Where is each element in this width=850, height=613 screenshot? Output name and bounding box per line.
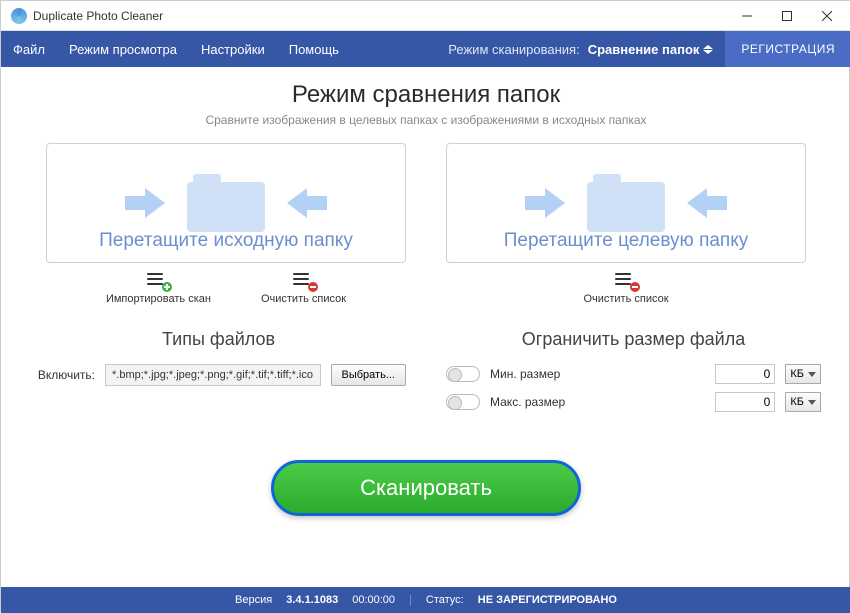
max-size-input[interactable]	[715, 392, 775, 412]
window-title: Duplicate Photo Cleaner	[33, 9, 727, 23]
register-button[interactable]: РЕГИСТРАЦИЯ	[725, 31, 850, 67]
sort-icon	[703, 45, 715, 54]
menu-help[interactable]: Помощь	[277, 31, 351, 67]
chevron-down-icon	[808, 372, 816, 377]
min-size-input[interactable]	[715, 364, 775, 384]
filetypes-section: Типы файлов Включить: Выбрать...	[31, 329, 406, 420]
scan-mode-selector[interactable]: Режим сканирования: Сравнение папок	[448, 42, 725, 57]
page-title: Режим сравнения папок	[31, 81, 821, 109]
import-scan-label: Импортировать скан	[106, 293, 211, 305]
statusbar: Версия 3.4.1.1083 00:00:00 | Статус: НЕ …	[1, 587, 850, 613]
clear-source-list-button[interactable]: Очистить список	[261, 273, 346, 305]
arrow-left-icon	[281, 188, 327, 218]
menu-view[interactable]: Режим просмотра	[57, 31, 189, 67]
folder-icon	[587, 174, 665, 232]
arrow-right-icon	[125, 188, 171, 218]
filetypes-heading: Типы файлов	[31, 329, 406, 350]
separator: |	[409, 594, 412, 606]
max-size-label: Макс. размер	[490, 395, 705, 409]
filesize-heading: Ограничить размер файла	[446, 329, 821, 350]
chevron-down-icon	[808, 400, 816, 405]
menu-file[interactable]: Файл	[1, 31, 57, 67]
arrow-right-icon	[525, 188, 571, 218]
maximize-button[interactable]	[767, 2, 807, 30]
source-drop-label: Перетащите исходную папку	[47, 230, 405, 252]
menubar: Файл Режим просмотра Настройки Помощь Ре…	[1, 31, 850, 67]
filesize-section: Ограничить размер файла Мин. размер КБ М…	[446, 329, 821, 420]
max-unit-select[interactable]: КБ	[785, 392, 821, 412]
close-button[interactable]	[807, 2, 847, 30]
status-label: Статус:	[426, 594, 464, 606]
clear-list-label: Очистить список	[583, 293, 668, 305]
filetypes-input[interactable]	[105, 364, 321, 386]
elapsed-time: 00:00:00	[352, 594, 395, 606]
scan-mode-label: Режим сканирования:	[448, 42, 579, 57]
app-icon	[11, 8, 27, 24]
source-actions: Импортировать скан Очистить список	[46, 273, 406, 305]
clear-list-label: Очистить список	[261, 293, 346, 305]
list-remove-icon	[615, 273, 637, 289]
version-label: Версия	[235, 594, 272, 606]
menu-settings[interactable]: Настройки	[189, 31, 277, 67]
scan-mode-value: Сравнение папок	[588, 42, 700, 57]
min-size-toggle[interactable]	[446, 366, 480, 382]
target-drop-zone[interactable]: Перетащите целевую папку	[446, 143, 806, 263]
titlebar: Duplicate Photo Cleaner	[1, 1, 850, 31]
status-value: НЕ ЗАРЕГИСТРИРОВАНО	[478, 594, 617, 606]
target-drop-label: Перетащите целевую папку	[447, 230, 805, 252]
source-drop-zone[interactable]: Перетащите исходную папку	[46, 143, 406, 263]
max-size-toggle[interactable]	[446, 394, 480, 410]
clear-target-list-button[interactable]: Очистить список	[583, 273, 668, 305]
scan-button[interactable]: Сканировать	[271, 460, 581, 516]
import-scan-button[interactable]: Импортировать скан	[106, 273, 211, 305]
list-remove-icon	[293, 273, 315, 289]
version-value: 3.4.1.1083	[286, 594, 338, 606]
folder-icon	[187, 174, 265, 232]
page-subtitle: Сравните изображения в целевых папках с …	[31, 113, 821, 127]
list-add-icon	[147, 273, 169, 289]
pick-filetypes-button[interactable]: Выбрать...	[331, 364, 406, 386]
include-label: Включить:	[31, 368, 95, 382]
min-unit-select[interactable]: КБ	[785, 364, 821, 384]
min-size-label: Мин. размер	[490, 367, 705, 381]
arrow-left-icon	[681, 188, 727, 218]
target-actions: Очистить список	[446, 273, 806, 305]
minimize-button[interactable]	[727, 2, 767, 30]
